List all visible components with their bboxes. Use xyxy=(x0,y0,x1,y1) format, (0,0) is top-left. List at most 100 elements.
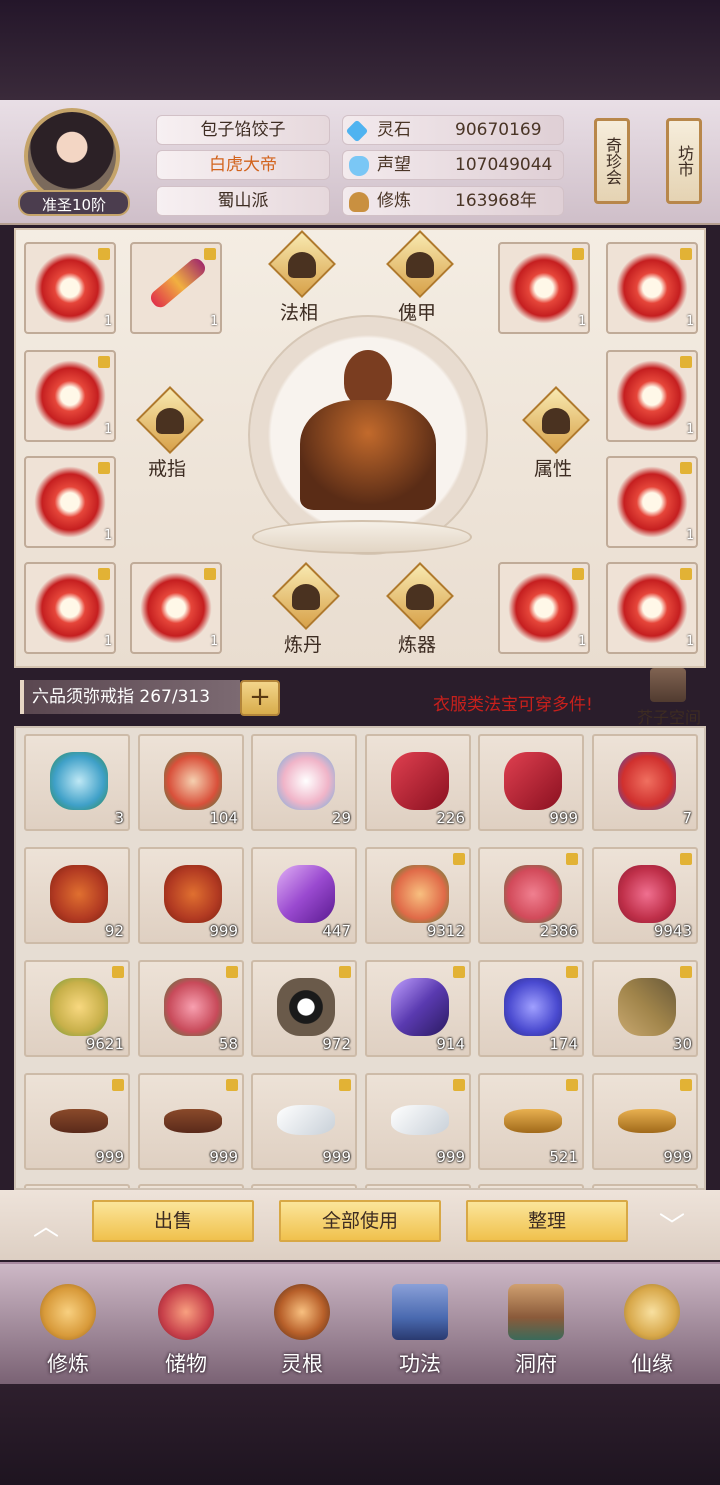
treasure-fair-button[interactable]: 奇珍会 xyxy=(594,118,630,204)
meditating-figure xyxy=(278,350,458,510)
equip-slot[interactable]: 1 xyxy=(24,242,116,334)
market-button[interactable]: 坊市 xyxy=(666,118,702,204)
stat-value: 90670169 xyxy=(455,120,542,140)
sell-button[interactable]: 出售 xyxy=(92,1200,254,1242)
feature-label: 属性 xyxy=(533,458,572,480)
nav-label: 洞府 xyxy=(515,1352,557,1376)
nav-label: 仙缘 xyxy=(631,1352,673,1376)
inventory-slot[interactable]: 3 xyxy=(24,734,130,831)
nav-cultivate[interactable]: 修炼 xyxy=(18,1272,118,1382)
inventory-slot[interactable]: 999 xyxy=(138,847,244,944)
inventory-slot[interactable]: 9312 xyxy=(365,847,471,944)
inventory-slot[interactable]: 58 xyxy=(138,960,244,1057)
inventory-slot[interactable]: 226 xyxy=(365,734,471,831)
storage-ring-capacity: 六品须弥戒指 267/313 xyxy=(20,680,240,714)
nav-techniques[interactable]: 功法 xyxy=(370,1272,470,1382)
inventory-slot[interactable]: 104 xyxy=(138,734,244,831)
inventory-slot[interactable]: 999 xyxy=(478,734,584,831)
lock-icon xyxy=(98,462,110,474)
storage-notice: 衣服类法宝可穿多件! xyxy=(433,695,593,715)
sort-button[interactable]: 整理 xyxy=(466,1200,628,1242)
reputation-icon xyxy=(349,156,369,176)
lock-icon xyxy=(204,568,216,580)
stat-value: 163968年 xyxy=(455,191,537,211)
equip-slot[interactable]: 1 xyxy=(24,350,116,442)
inventory-slot[interactable]: 29 xyxy=(251,734,357,831)
equip-slot[interactable]: 1 xyxy=(498,242,590,334)
lock-icon xyxy=(680,462,692,474)
inventory-slot[interactable]: 999 xyxy=(24,1073,130,1170)
equip-slot[interactable]: 1 xyxy=(606,350,698,442)
stat-label: 声望 xyxy=(377,155,411,175)
inventory-slot[interactable]: 999 xyxy=(138,1073,244,1170)
lock-icon xyxy=(453,1079,465,1091)
equip-slot[interactable]: 1 xyxy=(24,562,116,654)
page-up-button[interactable]: ︿ xyxy=(24,1206,68,1242)
pedestal xyxy=(252,520,472,554)
lock-icon xyxy=(453,966,465,978)
page-down-button[interactable]: ﹀ xyxy=(650,1206,694,1242)
gourd-icon xyxy=(624,1284,680,1340)
equip-slot[interactable]: 1 xyxy=(498,562,590,654)
lock-icon xyxy=(453,853,465,865)
equip-slot[interactable]: 1 xyxy=(606,562,698,654)
inventory-slot[interactable]: 972 xyxy=(251,960,357,1057)
nav-cave-dwelling[interactable]: 洞府 xyxy=(486,1272,586,1382)
inventory-slot[interactable]: 447 xyxy=(251,847,357,944)
feature-label: 炼器 xyxy=(397,634,436,656)
equipment-panel: 1 1 1 1 1 1 1 1 1 1 1 1 法相 傀甲 戒指 属性 炼丹 炼… xyxy=(14,228,706,668)
stat-label: 灵石 xyxy=(377,120,411,140)
lock-icon xyxy=(112,966,124,978)
inventory-slot[interactable]: 2386 xyxy=(478,847,584,944)
cave-dwelling-icon xyxy=(508,1284,564,1340)
lock-icon xyxy=(98,568,110,580)
lock-icon xyxy=(566,1079,578,1091)
stat-spirit-stone: 灵石 90670169 xyxy=(342,115,564,145)
lock-icon xyxy=(566,966,578,978)
storage-bag-icon xyxy=(158,1284,214,1340)
inventory-slot[interactable]: 914 xyxy=(365,960,471,1057)
inventory-slot[interactable]: 9621 xyxy=(24,960,130,1057)
inventory-slot[interactable]: 7 xyxy=(592,734,698,831)
top-status-area xyxy=(0,0,720,100)
nav-spirit-root[interactable]: 灵根 xyxy=(252,1272,352,1382)
dharma-form-button[interactable]: 法相 xyxy=(254,230,344,332)
inventory-slot[interactable]: 521 xyxy=(478,1073,584,1170)
bottom-status-area xyxy=(0,1384,720,1485)
use-all-button[interactable]: 全部使用 xyxy=(279,1200,441,1242)
inventory-grid[interactable]: 3 104 29 226 999 7 92 999 447 9312 2386 … xyxy=(14,726,706,1190)
equip-slot[interactable]: 1 xyxy=(130,242,222,334)
expand-storage-button[interactable]: + xyxy=(240,680,280,716)
stat-cultivation: 修炼 163968年 xyxy=(342,186,564,216)
lock-icon xyxy=(572,568,584,580)
equip-slot[interactable]: 1 xyxy=(24,456,116,548)
anvil-icon xyxy=(406,584,434,610)
equip-slot[interactable]: 1 xyxy=(606,242,698,334)
lock-icon xyxy=(566,853,578,865)
equip-slot[interactable]: 1 xyxy=(606,456,698,548)
alchemy-button[interactable]: 炼丹 xyxy=(258,562,348,664)
avatar[interactable]: 准圣10阶 xyxy=(18,106,130,216)
spirit-stone-icon xyxy=(345,119,369,143)
nav-storage[interactable]: 储物 xyxy=(136,1272,236,1382)
forging-button[interactable]: 炼器 xyxy=(372,562,462,664)
inventory-slot[interactable]: 999 xyxy=(251,1073,357,1170)
puppet-armor-button[interactable]: 傀甲 xyxy=(372,230,462,332)
inventory-slot[interactable]: 999 xyxy=(592,1073,698,1170)
equip-slot[interactable]: 1 xyxy=(130,562,222,654)
inventory-slot[interactable]: 30 xyxy=(592,960,698,1057)
lock-icon xyxy=(680,1079,692,1091)
ring-button[interactable]: 戒指 xyxy=(122,386,212,488)
inventory-slot[interactable]: 92 xyxy=(24,847,130,944)
inventory-slot[interactable]: 999 xyxy=(365,1073,471,1170)
mustard-space-button[interactable]: 芥子空间 xyxy=(632,668,706,728)
stat-value: 107049044 xyxy=(455,155,553,175)
inventory-slot[interactable]: 174 xyxy=(478,960,584,1057)
lock-icon xyxy=(98,356,110,368)
lock-icon xyxy=(339,1079,351,1091)
meditation-icon xyxy=(288,252,316,278)
inventory-slot[interactable]: 9943 xyxy=(592,847,698,944)
nav-immortal-fate[interactable]: 仙缘 xyxy=(602,1272,702,1382)
attributes-button[interactable]: 属性 xyxy=(508,386,598,488)
attributes-icon xyxy=(542,408,570,434)
